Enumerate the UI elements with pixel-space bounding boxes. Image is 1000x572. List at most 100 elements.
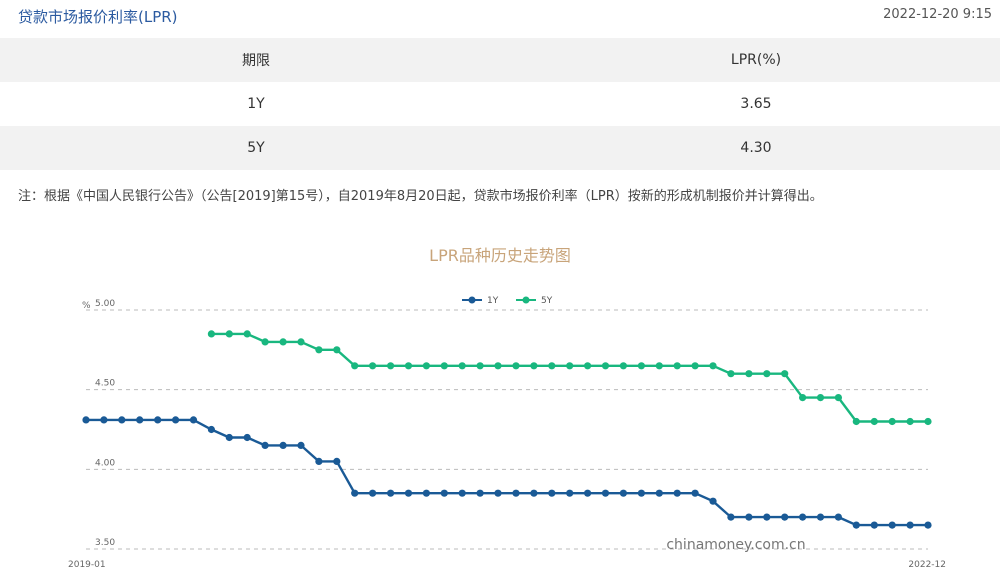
data-point-5Y	[512, 362, 520, 370]
data-point-1Y	[118, 416, 126, 424]
data-point-1Y	[781, 513, 789, 521]
data-point-5Y	[745, 370, 753, 378]
legend-marker	[468, 296, 476, 304]
data-point-5Y	[906, 417, 914, 426]
data-point-5Y	[781, 370, 789, 378]
data-point-1Y	[601, 489, 610, 497]
table-row: 1Y 3.65	[0, 82, 1000, 126]
data-point-5Y	[888, 417, 896, 426]
y-tick-label: 5.00	[95, 299, 115, 309]
data-point-5Y	[799, 394, 807, 402]
data-point-5Y	[476, 362, 484, 370]
data-point-1Y	[243, 433, 251, 442]
watermark-text: chinamoney.com.cn	[666, 537, 805, 553]
data-point-5Y	[763, 370, 771, 378]
data-point-1Y	[476, 489, 484, 497]
data-point-5Y	[673, 362, 681, 370]
header: 贷款市场报价利率(LPR) 2022-12-20 9:15	[0, 0, 1000, 36]
data-point-5Y	[924, 417, 932, 426]
data-point-5Y	[834, 394, 843, 402]
footnote: 注：根据《中国人民银行公告》（公告[2019]第15号），自2019年8月20日…	[18, 189, 823, 204]
term-cell: 1Y	[0, 82, 512, 126]
data-point-5Y	[279, 338, 287, 346]
data-point-1Y	[387, 489, 395, 497]
data-point-5Y	[852, 417, 860, 426]
data-point-1Y	[458, 489, 466, 497]
data-point-1Y	[225, 433, 233, 442]
data-point-1Y	[816, 513, 825, 521]
data-point-1Y	[512, 489, 520, 497]
column-header-rate: LPR(%)	[512, 38, 1000, 82]
data-point-1Y	[745, 513, 753, 521]
y-tick-label: 4.50	[95, 379, 115, 389]
data-point-1Y	[709, 497, 717, 505]
data-point-1Y	[297, 441, 305, 449]
data-point-5Y	[548, 362, 556, 370]
data-point-1Y	[906, 521, 914, 529]
data-point-1Y	[351, 489, 359, 497]
data-point-1Y	[422, 489, 430, 497]
data-point-5Y	[870, 417, 878, 426]
series-line-1Y	[86, 418, 928, 527]
table-header-row: 期限 LPR(%)	[0, 38, 1000, 82]
data-point-1Y	[530, 489, 538, 497]
data-point-1Y	[548, 489, 556, 497]
data-point-1Y	[619, 489, 628, 497]
data-point-5Y	[369, 362, 377, 370]
data-point-5Y	[530, 362, 538, 370]
data-point-5Y	[584, 362, 592, 370]
data-point-5Y	[297, 338, 305, 346]
data-point-1Y	[136, 416, 144, 424]
data-point-1Y	[799, 513, 807, 521]
data-point-1Y	[584, 489, 592, 497]
data-point-1Y	[888, 521, 896, 529]
data-point-5Y	[619, 362, 628, 370]
data-point-1Y	[494, 489, 502, 497]
chart-title: LPR品种历史走势图	[429, 246, 571, 265]
data-point-5Y	[637, 362, 646, 370]
legend-marker	[522, 296, 530, 304]
data-point-1Y	[655, 489, 663, 497]
data-point-5Y	[727, 370, 735, 378]
rate-cell: 4.30	[512, 126, 1000, 170]
data-point-1Y	[154, 416, 162, 424]
lpr-table: 期限 LPR(%) 1Y 3.65 5Y 4.30	[0, 38, 1000, 170]
data-point-1Y	[207, 425, 215, 434]
data-point-5Y	[225, 330, 233, 338]
data-point-5Y	[207, 330, 215, 338]
data-point-5Y	[655, 362, 663, 370]
data-point-5Y	[494, 362, 502, 370]
data-point-1Y	[924, 521, 932, 529]
lpr-history-chart: LPR品种历史走势图1Y 5Y% 5.004.504.003.502019-01 20…	[68, 246, 946, 570]
data-point-1Y	[82, 416, 90, 424]
data-point-1Y	[763, 513, 771, 521]
data-point-1Y	[261, 441, 269, 449]
data-point-5Y	[261, 338, 269, 346]
data-point-1Y	[637, 489, 646, 497]
data-point-1Y	[279, 441, 287, 449]
data-point-1Y	[189, 416, 198, 424]
data-point-5Y	[243, 330, 251, 338]
data-point-1Y	[172, 416, 180, 424]
legend-label: 5Y	[541, 296, 553, 306]
data-point-5Y	[691, 362, 699, 370]
term-cell: 5Y	[0, 126, 512, 170]
data-point-1Y	[333, 457, 341, 465]
update-timestamp: 2022-12-20 9:15	[883, 7, 992, 22]
data-point-5Y	[333, 346, 341, 354]
data-point-5Y	[601, 362, 610, 370]
data-point-1Y	[870, 521, 878, 529]
data-point-5Y	[404, 362, 413, 370]
data-point-1Y	[369, 489, 377, 497]
data-point-1Y	[440, 489, 448, 497]
data-point-5Y	[709, 362, 717, 370]
table-row: 5Y 4.30	[0, 126, 1000, 170]
data-point-5Y	[387, 362, 395, 370]
data-point-5Y	[315, 346, 323, 354]
rate-cell: 3.65	[512, 82, 1000, 126]
data-point-1Y	[566, 489, 574, 497]
data-point-1Y	[404, 489, 413, 497]
data-point-1Y	[691, 489, 699, 497]
data-point-1Y	[673, 489, 681, 497]
data-point-5Y	[566, 362, 574, 370]
